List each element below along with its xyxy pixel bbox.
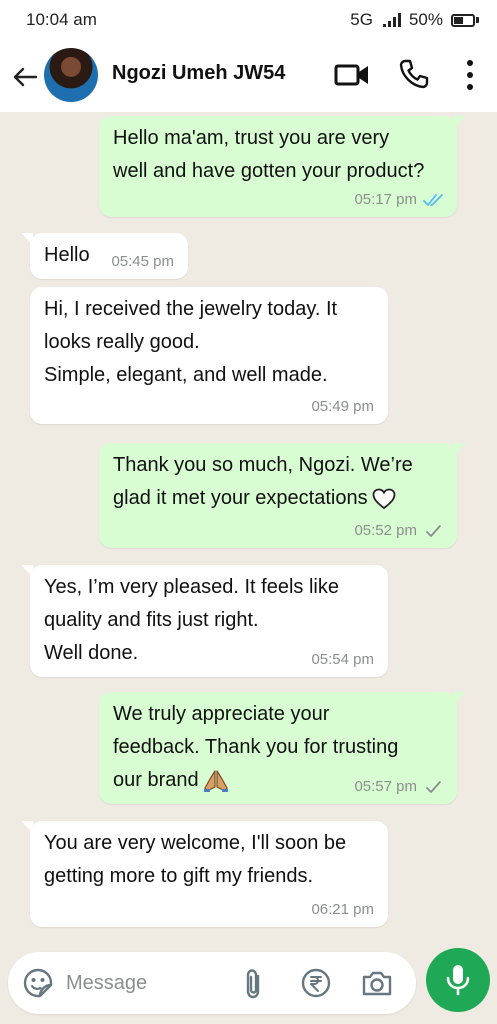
folded-hands-emoji-icon: [203, 770, 228, 792]
message-time: 05:57 pm: [354, 778, 417, 795]
message-text: Hello: [44, 244, 90, 266]
message-time: 06:21 pm: [311, 901, 374, 918]
message-text: Thank you so much, Ngozi. We’re glad it …: [113, 454, 413, 509]
message-meta: 05:57 pm: [354, 778, 443, 796]
back-arrow-icon[interactable]: [10, 62, 40, 92]
battery-percent: 50%: [408, 10, 443, 29]
incoming-message[interactable]: Hi, I received the jewelry today. It loo…: [30, 287, 388, 424]
video-call-icon[interactable]: [334, 60, 370, 90]
message-time: 05:17 pm: [354, 191, 417, 208]
outgoing-message[interactable]: Hello ma'am, trust you are very well and…: [99, 116, 466, 217]
network-type: 5G: [350, 10, 373, 29]
incoming-message[interactable]: Yes, I’m very pleased. It feels like qua…: [21, 565, 388, 677]
message-text: Yes, I’m very pleased. It feels like qua…: [44, 576, 339, 664]
outgoing-message[interactable]: We truly appreciate your feedback. Thank…: [99, 692, 466, 804]
message-time: 05:52 pm: [354, 522, 417, 539]
read-ticks-icon: [423, 194, 443, 206]
message-meta: 05:45 pm: [111, 253, 174, 271]
signal-icon: [382, 13, 401, 27]
message-time: 05:54 pm: [311, 651, 374, 668]
outgoing-message[interactable]: Thank you so much, Ngozi. We’re glad it …: [99, 443, 466, 548]
message-meta: 05:54 pm: [311, 651, 374, 669]
status-time: 10:04 am: [26, 10, 97, 29]
voice-call-icon[interactable]: [398, 58, 430, 90]
more-options-icon[interactable]: [458, 58, 482, 92]
incoming-message[interactable]: Hello 05:45 pm: [21, 233, 188, 279]
status-indicators: 5G 50%: [350, 10, 479, 30]
message-text: Hi, I received the jewelry today. It loo…: [44, 298, 338, 386]
camera-icon[interactable]: [360, 967, 394, 999]
message-meta: 06:21 pm: [311, 901, 374, 919]
battery-icon: [451, 13, 479, 27]
sent-tick-icon: [426, 525, 441, 537]
message-composer: [8, 952, 416, 1014]
microphone-button[interactable]: [426, 948, 490, 1012]
message-meta: 05:49 pm: [311, 398, 374, 416]
heart-emoji-icon: [372, 488, 395, 509]
message-text: You are very welcome, I'll soon be getti…: [44, 832, 347, 887]
contact-name[interactable]: Ngozi Umeh JW54: [112, 62, 285, 85]
incoming-message[interactable]: You are very welcome, I'll soon be getti…: [21, 821, 388, 927]
message-time: 05:45 pm: [111, 253, 174, 270]
sticker-icon[interactable]: [22, 967, 54, 999]
sent-tick-icon: [426, 781, 441, 793]
message-meta: 05:17 pm: [354, 191, 443, 209]
chat-header: Ngozi Umeh JW54: [0, 40, 497, 112]
microphone-icon: [446, 965, 470, 996]
message-input[interactable]: [66, 966, 226, 1000]
attach-icon[interactable]: [240, 967, 268, 1001]
chat-area[interactable]: Hello ma'am, trust you are very well and…: [0, 112, 497, 942]
status-bar: 10:04 am 5G 50%: [0, 0, 497, 40]
message-text: Hello ma'am, trust you are very well and…: [113, 127, 425, 182]
message-time: 05:49 pm: [311, 398, 374, 415]
rupee-payment-icon[interactable]: [300, 967, 332, 999]
contact-avatar[interactable]: [44, 48, 98, 102]
message-meta: 05:52 pm: [354, 522, 443, 540]
